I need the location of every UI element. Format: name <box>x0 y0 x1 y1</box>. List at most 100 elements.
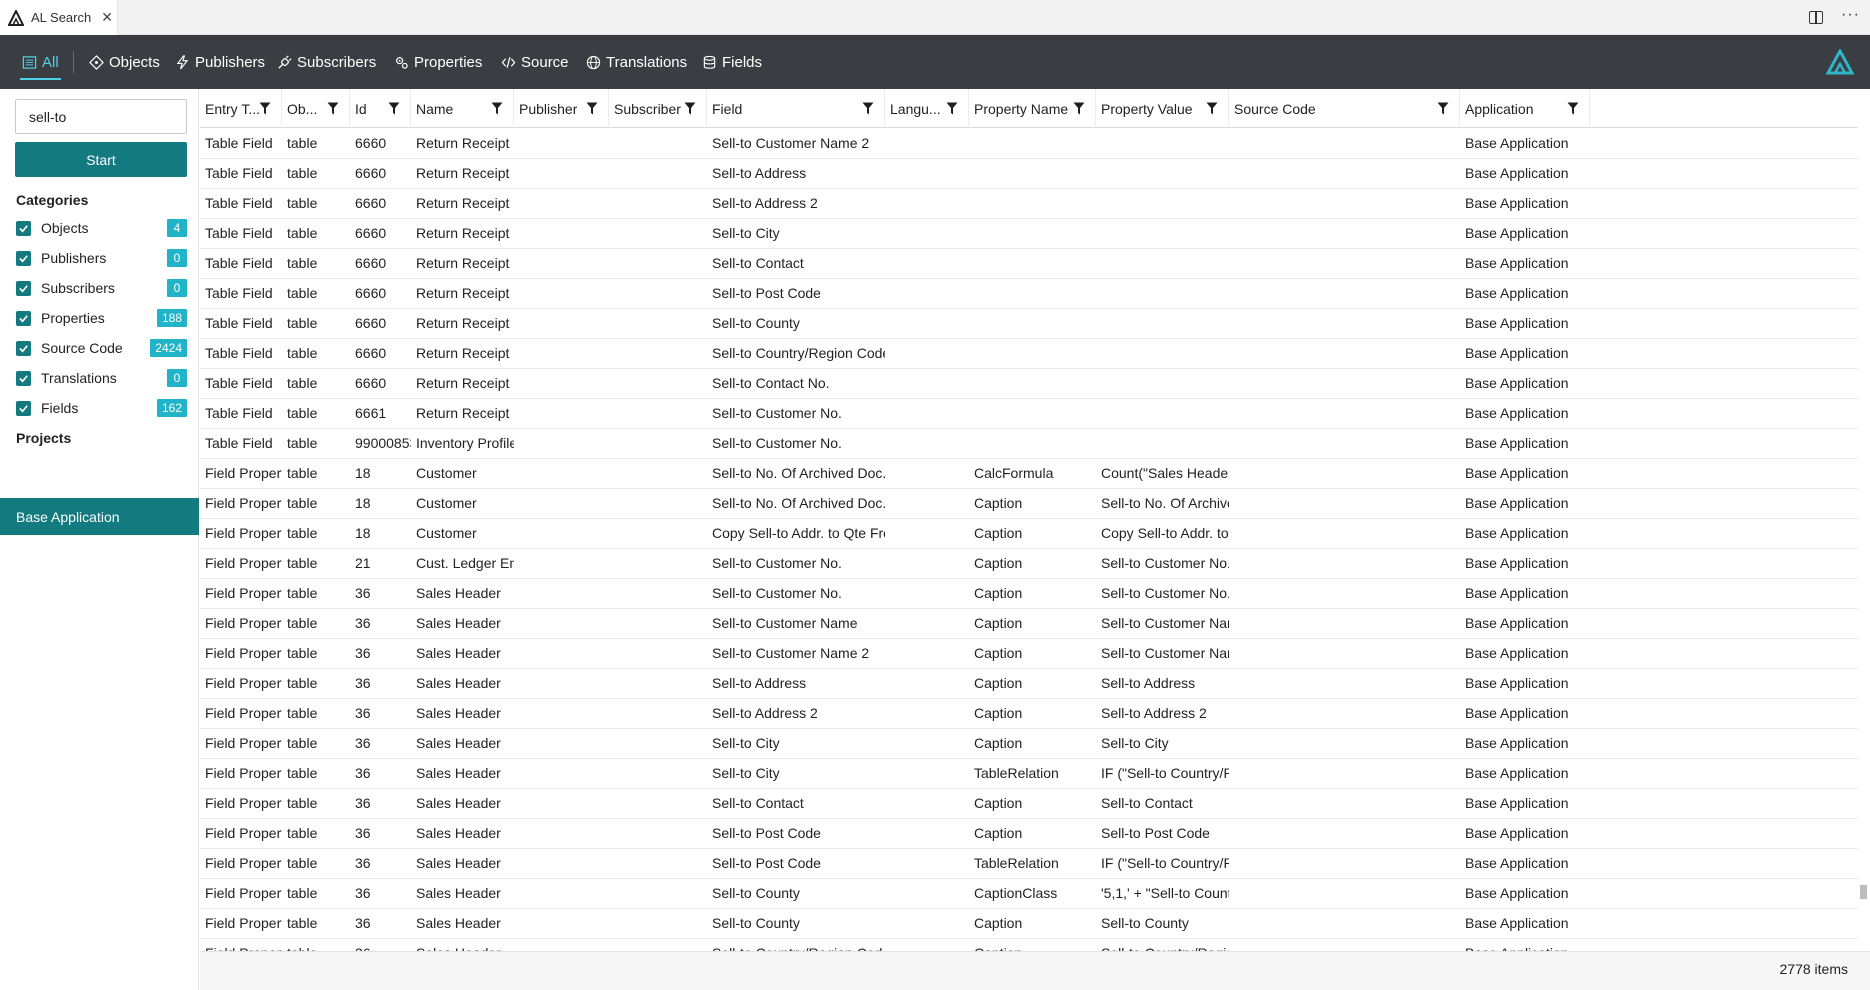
table-row[interactable]: Table Field table 6660 Return Receipt ... Se… <box>200 159 1858 189</box>
filter-icon[interactable] <box>388 102 400 115</box>
toolbar-objects-button[interactable]: Objects <box>89 35 160 89</box>
filter-icon[interactable] <box>1567 102 1579 115</box>
category-source-code[interactable]: Source Code 2424 <box>16 337 187 359</box>
category-publishers[interactable]: Publishers 0 <box>16 247 187 269</box>
toolbar-publishers-button[interactable]: Publishers <box>175 35 265 89</box>
table-row[interactable]: Field Property table 18 Customer Sell-to No.… <box>200 459 1858 489</box>
table-row[interactable]: Field Property table 36 Sales Header Sell-to… <box>200 699 1858 729</box>
filter-icon[interactable] <box>1206 102 1218 115</box>
table-cell: table <box>287 825 318 841</box>
table-cell: table <box>287 705 318 721</box>
category-subscribers[interactable]: Subscribers 0 <box>16 277 187 299</box>
table-cell: Sell-to No. Of Archive... <box>1101 495 1229 511</box>
toolbar-properties-button[interactable]: Properties <box>394 35 482 89</box>
search-input[interactable] <box>15 99 187 134</box>
toolbar-fields-button[interactable]: Fields <box>702 35 762 89</box>
table-cell: 36 <box>355 795 371 811</box>
table-row[interactable]: Table Field table 6660 Return Receipt ... Se… <box>200 249 1858 279</box>
table-row[interactable]: Table Field table 6660 Return Receipt ... Se… <box>200 279 1858 309</box>
more-actions-icon[interactable]: ··· <box>1841 6 1860 23</box>
column-header[interactable]: Name <box>411 89 514 128</box>
filter-icon[interactable] <box>586 102 598 115</box>
table-row[interactable]: Field Property table 36 Sales Header Sell-to… <box>200 849 1858 879</box>
checkbox-checked-icon[interactable] <box>16 280 31 296</box>
table-cell: 6660 <box>355 165 387 181</box>
toolbar-objects-label: Objects <box>109 53 160 71</box>
table-row[interactable]: Table Field table 99000853 Inventory Profil… <box>200 429 1858 459</box>
filter-icon[interactable] <box>259 102 271 115</box>
table-row[interactable]: Field Property table 18 Customer Copy Sell-t… <box>200 519 1858 549</box>
filter-icon[interactable] <box>1437 102 1449 115</box>
table-row[interactable]: Field Property table 36 Sales Header Sell-to… <box>200 819 1858 849</box>
filter-icon[interactable] <box>327 102 339 115</box>
toolbar-source-label: Source <box>521 53 569 71</box>
column-header[interactable]: Property Value <box>1096 89 1229 128</box>
table-row[interactable]: Field Property table 36 Sales Header Sell-to… <box>200 669 1858 699</box>
checkbox-checked-icon[interactable] <box>16 400 31 416</box>
category-fields[interactable]: Fields 162 <box>16 397 187 419</box>
column-header[interactable]: Property Name <box>969 89 1096 128</box>
column-header[interactable]: Ob... <box>282 89 350 128</box>
checkbox-checked-icon[interactable] <box>16 310 31 326</box>
table-row[interactable]: Field Property table 36 Sales Header Sell-to… <box>200 609 1858 639</box>
table-cell: Sell-to City <box>1101 735 1169 751</box>
table-cell <box>1229 729 1460 759</box>
split-editor-icon[interactable] <box>1809 11 1824 24</box>
table-row[interactable]: Table Field table 6660 Return Receipt ... Se… <box>200 219 1858 249</box>
table-row[interactable]: Table Field table 6660 Return Receipt ... Se… <box>200 189 1858 219</box>
filter-icon[interactable] <box>946 102 958 115</box>
column-header[interactable]: Entry T... <box>200 89 282 128</box>
checkbox-checked-icon[interactable] <box>16 250 31 266</box>
vertical-scrollbar-thumb[interactable] <box>1860 885 1867 899</box>
table-cell <box>1096 399 1229 429</box>
column-header[interactable]: Source Code <box>1229 89 1460 128</box>
toolbar-translations-button[interactable]: Translations <box>586 35 687 89</box>
table-cell: Sell-to Customer Name 2 <box>712 135 870 151</box>
toolbar-subscribers-button[interactable]: Subscribers <box>277 35 376 89</box>
table-row[interactable]: Field Property table 36 Sales Header Sell-to… <box>200 639 1858 669</box>
column-header[interactable]: Id <box>350 89 411 128</box>
table-row[interactable]: Field Property table 36 Sales Header Sell-to… <box>200 579 1858 609</box>
table-row[interactable]: Table Field table 6661 Return Receipt L... S… <box>200 399 1858 429</box>
project-base-application[interactable]: Base Application <box>0 498 199 535</box>
table-cell: Return Receipt ... <box>416 345 514 361</box>
table-cell: Sales Header <box>416 735 501 751</box>
filter-icon[interactable] <box>1073 102 1085 115</box>
editor-tab-al-search[interactable]: AL Search ✕ <box>0 0 118 35</box>
column-header[interactable]: Publisher <box>514 89 609 128</box>
toolbar-all-button[interactable]: All <box>20 35 61 89</box>
table-cell: TableRelation <box>974 855 1059 871</box>
table-row[interactable]: Field Property table 18 Customer Sell-to No.… <box>200 489 1858 519</box>
filter-icon[interactable] <box>491 102 503 115</box>
table-row[interactable]: Field Property table 36 Sales Header Sell-to… <box>200 729 1858 759</box>
table-row[interactable]: Field Property table 36 Sales Header Sell-to… <box>200 909 1858 939</box>
category-translations[interactable]: Translations 0 <box>16 367 187 389</box>
column-header[interactable]: Field <box>707 89 885 128</box>
table-row[interactable]: Table Field table 6660 Return Receipt ... Se… <box>200 129 1858 159</box>
column-header[interactable]: Subscriber <box>609 89 707 128</box>
category-objects[interactable]: Objects 4 <box>16 217 187 239</box>
table-cell: Sell-to Customer No. <box>712 405 842 421</box>
filter-icon[interactable] <box>862 102 874 115</box>
checkbox-checked-icon[interactable] <box>16 340 31 356</box>
table-row[interactable]: Table Field table 6660 Return Receipt ... Se… <box>200 369 1858 399</box>
column-header[interactable]: Application <box>1460 89 1590 128</box>
table-row[interactable]: Table Field table 6660 Return Receipt ... Se… <box>200 309 1858 339</box>
table-row[interactable]: Field Property table 36 Sales Header Sell-to… <box>200 759 1858 789</box>
column-header[interactable]: Langu... <box>885 89 969 128</box>
column-header-label: Publisher <box>519 100 578 117</box>
table-row[interactable]: Table Field table 6660 Return Receipt ... Se… <box>200 339 1858 369</box>
toolbar-source-button[interactable]: Source <box>501 35 569 89</box>
table-row[interactable]: Field Property table 36 Sales Header Sell-to… <box>200 789 1858 819</box>
close-icon[interactable]: ✕ <box>101 9 113 26</box>
checkbox-checked-icon[interactable] <box>16 370 31 386</box>
table-cell: Field Property <box>205 795 282 811</box>
start-button[interactable]: Start <box>15 142 187 177</box>
category-properties[interactable]: Properties 188 <box>16 307 187 329</box>
toolbar-divider <box>73 51 74 73</box>
filter-icon[interactable] <box>684 102 696 115</box>
table-row[interactable]: Field Property table 36 Sales Header Sell-to… <box>200 879 1858 909</box>
checkbox-checked-icon[interactable] <box>16 220 31 236</box>
table-cell <box>885 849 969 879</box>
table-row[interactable]: Field Property table 21 Cust. Ledger Entry S… <box>200 549 1858 579</box>
